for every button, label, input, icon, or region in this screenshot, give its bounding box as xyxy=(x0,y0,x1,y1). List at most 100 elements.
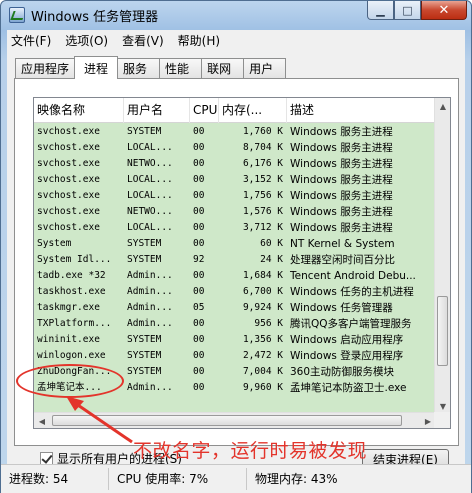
cell-memory: 60 K xyxy=(260,238,283,249)
cell-user-name: Admin... xyxy=(127,318,173,329)
menu-file[interactable]: 文件(F) xyxy=(11,32,51,49)
cell-image-name: wininit.exe xyxy=(37,334,100,345)
status-memory-usage: 物理内存: 43% xyxy=(255,472,338,486)
maximize-button[interactable]: □ xyxy=(394,1,421,20)
tab-performance[interactable]: 性能 xyxy=(159,58,203,78)
cell-description: Windows 服务主进程 xyxy=(290,158,393,170)
column-header: 映像名称 用户名 CPU 内存(... 描述 xyxy=(34,98,436,123)
table-row[interactable]: System SYSTEM 00 60 K NT Kernel & System xyxy=(34,236,436,252)
column-description[interactable]: 描述 xyxy=(287,98,436,123)
cell-memory: 1,356 K xyxy=(242,334,283,345)
cell-memory: 9,924 K xyxy=(242,302,283,313)
table-row[interactable]: svchost.exe NETWO... 00 6,176 K Windows 服务主进… xyxy=(34,156,436,172)
table-row[interactable]: taskmgr.exe Admin... 05 9,924 K Windows 任务管理… xyxy=(34,300,436,316)
cell-image-name: svchost.exe xyxy=(37,158,100,169)
cell-user-name: SYSTEM xyxy=(127,254,162,265)
table-row[interactable]: svchost.exe SYSTEM 00 1,760 K Windows 服务主进程 xyxy=(34,124,436,140)
menu-options[interactable]: 选项(O) xyxy=(65,32,108,49)
table-row[interactable]: svchost.exe LOCAL... 00 8,704 K Windows 服务主进… xyxy=(34,140,436,156)
menu-help[interactable]: 帮助(H) xyxy=(178,32,220,49)
table-row[interactable]: svchost.exe LOCAL... 00 3,152 K Windows 服务主进… xyxy=(34,172,436,188)
cell-memory: 1,684 K xyxy=(242,270,283,281)
cell-memory: 3,152 K xyxy=(242,174,283,185)
title-bar[interactable]: Windows 任务管理器 ▁ □ ✕ xyxy=(1,1,471,29)
cell-user-name: Admin... xyxy=(127,270,173,281)
tab-processes[interactable]: 进程 xyxy=(74,56,119,79)
table-row[interactable]: taskhost.exe Admin... 00 6,700 K Windows 任务的… xyxy=(34,284,436,300)
cell-memory: 8,704 K xyxy=(242,142,283,153)
scroll-up-arrow-icon[interactable]: ▲ xyxy=(435,98,450,114)
table-row[interactable]: TXPlatform... Admin... 00 956 K 腾讯QQ多客户端管理服务 xyxy=(34,316,436,332)
cell-user-name: LOCAL... xyxy=(127,190,173,201)
cell-image-name: svchost.exe xyxy=(37,174,100,185)
highlight-circle xyxy=(16,364,124,398)
table-row[interactable]: winlogon.exe SYSTEM 00 2,472 K Windows 登录应用程… xyxy=(34,348,436,364)
column-memory[interactable]: 内存(... xyxy=(219,98,287,123)
vertical-scroll-thumb[interactable] xyxy=(437,295,448,366)
cell-memory: 24 K xyxy=(260,254,283,265)
column-cpu[interactable]: CPU xyxy=(190,98,219,123)
cell-description: Windows 任务的主机进程 xyxy=(290,286,414,298)
menu-view[interactable]: 查看(V) xyxy=(122,32,164,49)
cell-memory: 1,576 K xyxy=(242,206,283,217)
tab-networking[interactable]: 联网 xyxy=(201,58,245,78)
cell-user-name: SYSTEM xyxy=(127,334,162,345)
scroll-left-arrow-icon[interactable]: ◀ xyxy=(34,413,50,428)
cell-cpu: 00 xyxy=(193,222,205,233)
table-row[interactable]: svchost.exe LOCAL... 00 1,756 K Windows 服务主进… xyxy=(34,188,436,204)
table-row[interactable]: tadb.exe *32 Admin... 00 1,684 K Tencent And… xyxy=(34,268,436,284)
cell-cpu: 00 xyxy=(193,382,205,393)
column-user-name[interactable]: 用户名 xyxy=(124,98,190,123)
horizontal-scroll-thumb[interactable] xyxy=(52,415,402,426)
tab-applications[interactable]: 应用程序 xyxy=(15,58,76,78)
cell-image-name: svchost.exe xyxy=(37,126,100,137)
cell-description: Windows 服务主进程 xyxy=(290,222,393,234)
cell-user-name: SYSTEM xyxy=(127,350,162,361)
cell-description: 腾讯QQ多客户端管理服务 xyxy=(290,318,412,330)
cell-description: Windows 任务管理器 xyxy=(290,302,393,314)
table-row[interactable]: System Idl... SYSTEM 92 24 K 处理器空闲时间百分比 xyxy=(34,252,436,268)
cell-image-name: svchost.exe xyxy=(37,222,100,233)
maximize-icon: □ xyxy=(402,3,413,17)
cell-user-name: Admin... xyxy=(127,302,173,313)
tab-strip: 应用程序 进程 服务 性能 联网 用户 xyxy=(15,56,287,79)
cell-cpu: 00 xyxy=(193,158,205,169)
cell-cpu: 00 xyxy=(193,126,205,137)
close-button[interactable]: ✕ xyxy=(421,1,467,20)
cell-description: Windows 服务主进程 xyxy=(290,190,393,202)
cell-cpu: 00 xyxy=(193,270,205,281)
cell-cpu: 92 xyxy=(193,254,205,265)
minimize-button[interactable]: ▁ xyxy=(367,1,394,20)
tab-services[interactable]: 服务 xyxy=(117,58,161,78)
column-image-name[interactable]: 映像名称 xyxy=(34,98,124,123)
table-row[interactable]: svchost.exe NETWO... 00 1,576 K Windows 服务主进… xyxy=(34,204,436,220)
cell-image-name: taskmgr.exe xyxy=(37,302,100,313)
menu-bar: 文件(F) 选项(O) 查看(V) 帮助(H) xyxy=(7,30,465,51)
cell-image-name: winlogon.exe xyxy=(37,350,106,361)
annotation-text: 不改名字，运行时易被发现 xyxy=(133,440,368,462)
cell-user-name: Admin... xyxy=(127,286,173,297)
table-row[interactable]: svchost.exe LOCAL... 00 3,712 K Windows 服务主进… xyxy=(34,220,436,236)
cell-memory: 2,472 K xyxy=(242,350,283,361)
table-row[interactable]: wininit.exe SYSTEM 00 1,356 K Windows 启动应用程序 xyxy=(34,332,436,348)
cell-description: Windows 服务主进程 xyxy=(290,126,393,138)
cell-cpu: 00 xyxy=(193,318,205,329)
cell-memory: 6,176 K xyxy=(242,158,283,169)
cell-description: Windows 服务主进程 xyxy=(290,174,393,186)
minimize-icon: ▁ xyxy=(376,3,385,17)
horizontal-scrollbar[interactable]: ◀ ▶ xyxy=(34,412,436,428)
client-area: 应用程序 进程 服务 性能 联网 用户 映像名称 用户名 CPU 内存(... … xyxy=(7,51,465,486)
cell-memory: 7,004 K xyxy=(242,366,283,377)
tab-users[interactable]: 用户 xyxy=(243,58,287,78)
vertical-scrollbar[interactable]: ▲ ▼ xyxy=(434,98,450,414)
cell-memory: 1,760 K xyxy=(242,126,283,137)
cell-cpu: 00 xyxy=(193,366,205,377)
cell-description: 处理器空闲时间百分比 xyxy=(290,254,395,266)
status-cpu-usage: CPU 使用率: 7% xyxy=(109,468,247,490)
cell-cpu: 00 xyxy=(193,350,205,361)
cell-user-name: NETWO... xyxy=(127,158,173,169)
cell-user-name: LOCAL... xyxy=(127,222,173,233)
cell-memory: 9,960 K xyxy=(242,382,283,393)
cell-description: Windows 服务主进程 xyxy=(290,142,393,154)
cell-description: NT Kernel & System xyxy=(290,238,395,250)
